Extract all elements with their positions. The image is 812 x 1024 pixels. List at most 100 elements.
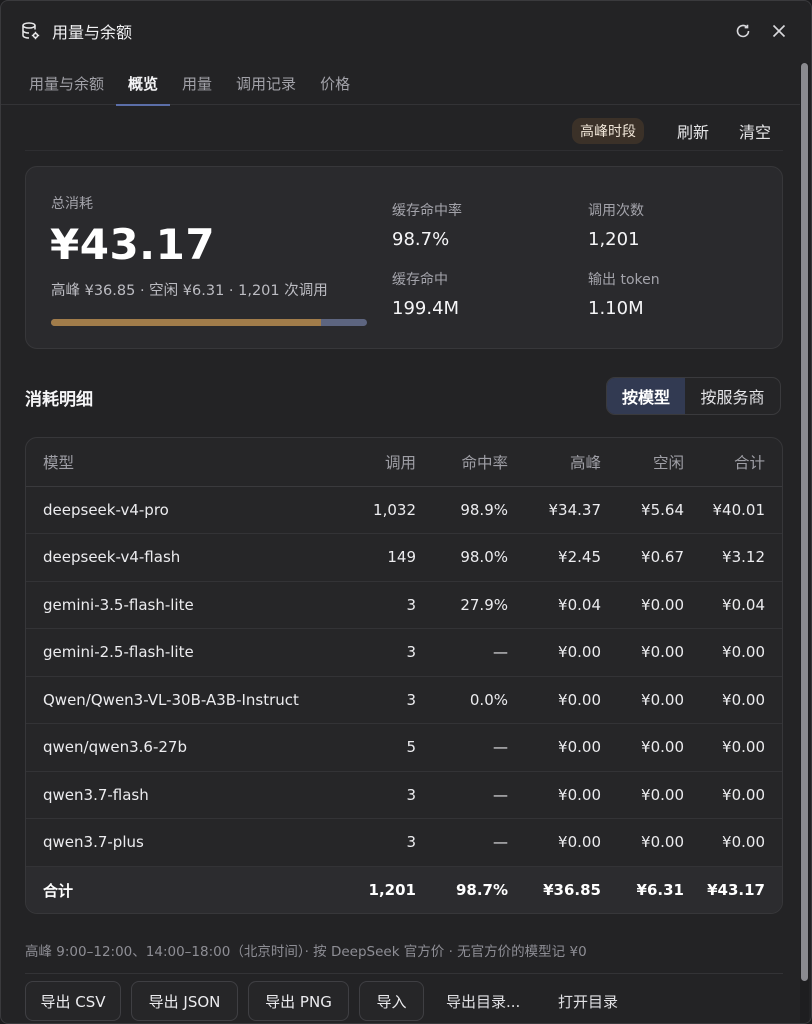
cell-calls: 3 [316, 581, 416, 629]
header-peak[interactable]: 高峰 [508, 438, 601, 487]
table-row[interactable]: gemini-3.5-flash-lite 3 27.9% ¥0.04 ¥0.00 ¥0.… [26, 581, 782, 629]
total-value: ¥43.17 [50, 220, 216, 269]
cell-peak: ¥0.00 [508, 676, 601, 724]
export-png-button[interactable]: 导出 PNG [248, 981, 349, 1021]
database-settings-icon [21, 21, 41, 41]
output-token-value: 1.10M [588, 298, 644, 319]
cell-calls: 149 [316, 533, 416, 582]
cell-model: Qwen/Qwen3-VL-30B-A3B-Instruct [26, 676, 316, 724]
usage-window: 用量与余额 用量与余额 概览 用量 调用记录 价格 高峰时段 刷新 清空 总消耗… [0, 0, 812, 1024]
total-cell-peak: ¥36.85 [508, 866, 601, 913]
window-title: 用量与余额 [52, 23, 133, 42]
export-json-button[interactable]: 导出 JSON [131, 981, 238, 1021]
header-model[interactable]: 模型 [26, 438, 316, 487]
output-token-label: 输出 token [588, 272, 660, 288]
cell-hit-rate: 27.9% [416, 581, 508, 629]
cell-peak: ¥0.00 [508, 818, 601, 867]
cell-peak: ¥2.45 [508, 533, 601, 582]
cell-model: qwen3.7-plus [26, 818, 316, 867]
peak-period-badge: 高峰时段 [571, 117, 644, 144]
cell-idle: ¥0.00 [601, 818, 684, 867]
peak-idle-progress-bar [51, 319, 367, 326]
cache-hit-rate-value: 98.7% [392, 229, 450, 250]
calls-value: 1,201 [588, 229, 640, 250]
table-row[interactable]: qwen/qwen3.6-27b 5— ¥0.00 ¥0.00 ¥0.00 [26, 723, 782, 772]
cell-calls: 1,032 [316, 486, 416, 534]
cell-hit-rate: — [416, 628, 508, 677]
table-header-row: 模型 调用 命中率 高峰 空闲 合计 [26, 438, 782, 487]
cell-total: ¥0.00 [684, 723, 782, 772]
clear-button[interactable]: 清空 [724, 119, 783, 143]
header-calls[interactable]: 调用 [316, 438, 416, 487]
summary-card: 总消耗 ¥43.17 高峰 ¥36.85 · 空闲 ¥6.31 · 1,201 … [25, 166, 783, 349]
tab-call-log[interactable]: 调用记录 [224, 63, 308, 105]
scrollbar-thumb[interactable] [801, 63, 808, 981]
cell-calls: 5 [316, 723, 416, 772]
export-csv-button[interactable]: 导出 CSV [25, 981, 121, 1021]
cell-idle: ¥0.00 [601, 771, 684, 819]
table-row[interactable]: qwen3.7-flash 3— ¥0.00 ¥0.00 ¥0.00 [26, 771, 782, 819]
cell-calls: 3 [316, 771, 416, 819]
breakdown-table-card: 模型 调用 命中率 高峰 空闲 合计 deepseek-v4-pro 1,032 9… [25, 437, 783, 914]
total-cell-model: 合计 [26, 866, 316, 913]
group-by-model-option[interactable]: 按模型 [607, 378, 685, 414]
cell-calls: 3 [316, 628, 416, 677]
tab-usage[interactable]: 用量 [170, 63, 224, 105]
stat-cache-hit: 缓存命中 199.4M [392, 269, 459, 319]
breakdown-table: 模型 调用 命中率 高峰 空闲 合计 deepseek-v4-pro 1,032 9… [26, 438, 782, 913]
table-row[interactable]: qwen3.7-plus 3— ¥0.00 ¥0.00 ¥0.00 [26, 818, 782, 867]
import-button[interactable]: 导入 [359, 981, 424, 1021]
header-hit-rate[interactable]: 命中率 [416, 438, 508, 487]
table-row[interactable]: deepseek-v4-pro 1,032 98.9% ¥34.37 ¥5.64 ¥40.… [26, 486, 782, 534]
refresh-icon[interactable] [733, 21, 753, 41]
cell-idle: ¥0.67 [601, 533, 684, 582]
cell-idle: ¥5.64 [601, 486, 684, 534]
peak-share-fill [51, 319, 321, 326]
table-row[interactable]: deepseek-v4-flash 149 98.0% ¥2.45 ¥0.67 ¥3.12 [26, 533, 782, 582]
header-total[interactable]: 合计 [684, 438, 782, 487]
table-total-row: 合计 1,201 98.7% ¥36.85 ¥6.31 ¥43.17 [26, 866, 782, 913]
tab-overview[interactable]: 概览 [116, 63, 171, 106]
cell-hit-rate: — [416, 723, 508, 772]
table-row[interactable]: gemini-2.5-flash-lite 3— ¥0.00 ¥0.00 ¥0.00 [26, 628, 782, 677]
open-directory-button[interactable]: 打开目录 [558, 981, 618, 1021]
cell-peak: ¥0.00 [508, 723, 601, 772]
tab-pricing[interactable]: 价格 [308, 63, 362, 105]
cell-hit-rate: 98.9% [416, 486, 508, 534]
group-by-provider-option[interactable]: 按服务商 [685, 378, 780, 414]
total-cell-total: ¥43.17 [684, 866, 782, 913]
cell-calls: 3 [316, 676, 416, 724]
header-idle[interactable]: 空闲 [601, 438, 684, 487]
cache-hit-rate-label: 缓存命中率 [392, 203, 462, 219]
cell-calls: 3 [316, 818, 416, 867]
cell-total: ¥3.12 [684, 533, 782, 582]
cell-model: gemini-3.5-flash-lite [26, 581, 316, 629]
cache-hit-label: 缓存命中 [392, 272, 448, 288]
cell-model: qwen3.7-flash [26, 771, 316, 819]
scrollbar[interactable] [800, 63, 809, 1023]
cell-total: ¥0.00 [684, 676, 782, 724]
footer-actions: 导出 CSV 导出 JSON 导出 PNG 导入 导出目录... 打开目录 [25, 973, 783, 1023]
cell-peak: ¥0.00 [508, 628, 601, 677]
cell-hit-rate: 0.0% [416, 676, 508, 724]
total-cell-hit-rate: 98.7% [416, 866, 508, 913]
stat-cache-hit-rate: 缓存命中率 98.7% [392, 200, 462, 250]
cache-hit-value: 199.4M [392, 298, 460, 319]
cell-idle: ¥0.00 [601, 628, 684, 677]
breakdown-section-title: 消耗明细 [25, 390, 93, 410]
cell-idle: ¥0.00 [601, 581, 684, 629]
close-icon[interactable] [769, 21, 789, 41]
cell-model: qwen/qwen3.6-27b [26, 723, 316, 772]
cell-hit-rate: 98.0% [416, 533, 508, 582]
title-bar: 用量与余额 [1, 1, 811, 61]
cell-peak: ¥34.37 [508, 486, 601, 534]
refresh-button[interactable]: 刷新 [662, 119, 724, 143]
tab-usage-balance[interactable]: 用量与余额 [17, 63, 116, 105]
tab-bar: 用量与余额 概览 用量 调用记录 价格 [1, 63, 801, 106]
export-directory-button[interactable]: 导出目录... [446, 981, 520, 1021]
stat-output-token: 输出 token 1.10M [588, 269, 660, 319]
cell-total: ¥0.00 [684, 771, 782, 819]
cell-idle: ¥0.00 [601, 676, 684, 724]
table-row[interactable]: Qwen/Qwen3-VL-30B-A3B-Instruct 3 0.0% ¥0.00… [26, 676, 782, 724]
total-label: 总消耗 [51, 196, 93, 212]
